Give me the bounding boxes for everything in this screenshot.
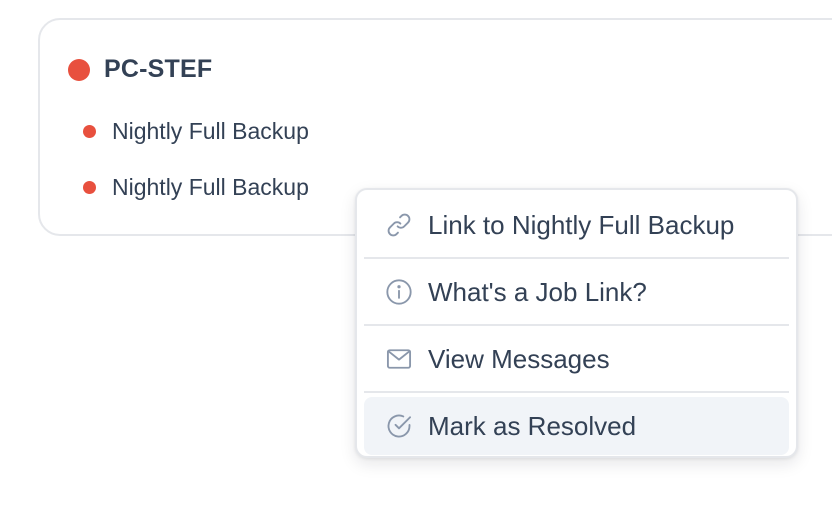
menu-item-label: View Messages bbox=[428, 343, 610, 374]
envelope-icon bbox=[384, 344, 414, 374]
menu-item-label: Link to Nightly Full Backup bbox=[428, 209, 735, 240]
menu-item-label: What's a Job Link? bbox=[428, 276, 647, 307]
job-item[interactable]: Nightly Full Backup bbox=[83, 174, 309, 201]
menu-divider bbox=[364, 324, 789, 326]
menu-item-mark-resolved[interactable]: Mark as Resolved bbox=[364, 397, 789, 455]
job-status-dot bbox=[83, 181, 96, 194]
device-status-dot bbox=[68, 58, 90, 81]
link-icon bbox=[384, 210, 414, 240]
menu-divider bbox=[364, 391, 789, 393]
context-menu: Link to Nightly Full Backup What's a Job… bbox=[355, 188, 798, 458]
page: PC-STEF Nightly Full Backup Nightly Full… bbox=[0, 0, 832, 506]
job-item[interactable]: Nightly Full Backup bbox=[83, 118, 309, 145]
device-header: PC-STEF bbox=[68, 55, 212, 84]
menu-item-label: Mark as Resolved bbox=[428, 410, 637, 441]
menu-item-link-job[interactable]: Link to Nightly Full Backup bbox=[364, 196, 789, 254]
job-label: Nightly Full Backup bbox=[112, 118, 309, 144]
menu-item-view-messages[interactable]: View Messages bbox=[364, 330, 789, 388]
job-status-dot bbox=[83, 125, 96, 138]
info-icon bbox=[384, 277, 414, 307]
menu-item-job-link-help[interactable]: What's a Job Link? bbox=[364, 263, 789, 321]
job-label: Nightly Full Backup bbox=[112, 174, 309, 200]
menu-divider bbox=[364, 257, 789, 259]
device-name: PC-STEF bbox=[104, 55, 213, 83]
check-circle-icon bbox=[384, 411, 414, 441]
